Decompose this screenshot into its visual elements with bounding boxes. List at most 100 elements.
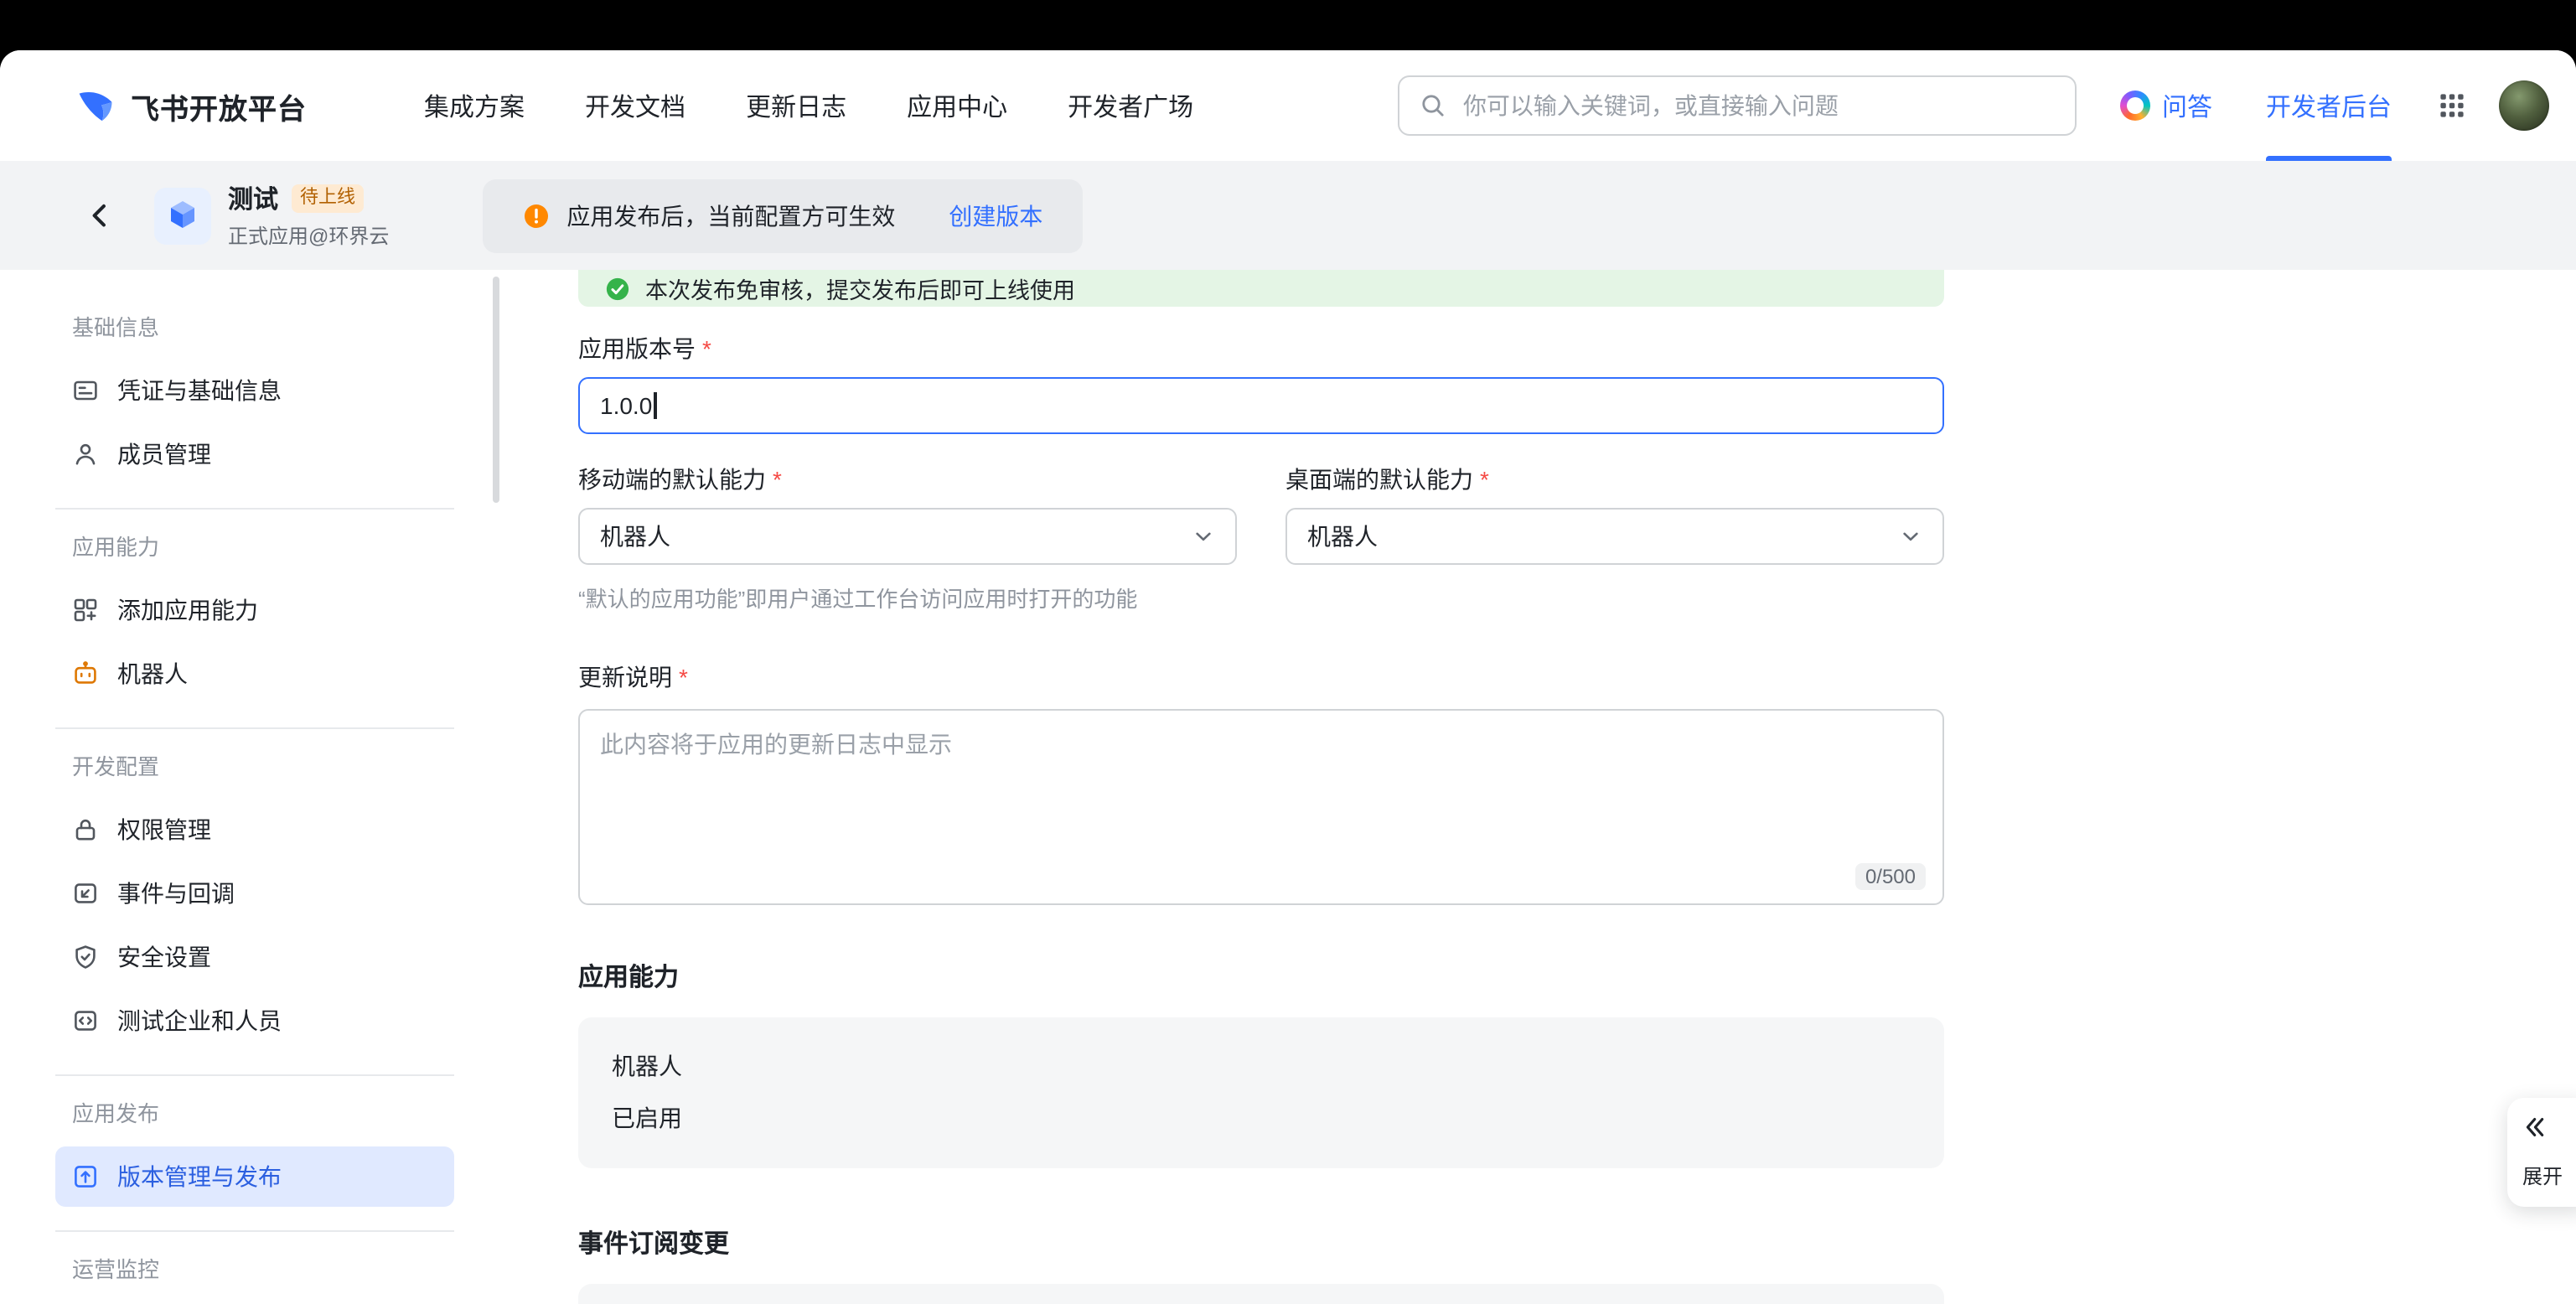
nav-item-docs[interactable]: 开发文档: [585, 88, 685, 123]
id-card-icon: [72, 377, 99, 404]
primary-nav: 集成方案 开发文档 更新日志 应用中心 开发者广场: [424, 88, 1193, 123]
sidebar-item-label: 机器人: [117, 657, 188, 691]
field-label-text: 更新说明: [578, 662, 672, 692]
grid-plus-icon: [72, 597, 99, 624]
version-label: 应用版本号 *: [578, 334, 1944, 364]
sidebar-item-members[interactable]: 成员管理: [55, 424, 454, 484]
robot-icon: [72, 660, 99, 687]
body-row: 基础信息 凭证与基础信息 成员管理 应用能: [0, 270, 2576, 1304]
section-title: 运营监控: [55, 1255, 454, 1286]
qa-label: 问答: [2162, 88, 2212, 123]
mobile-capability-select[interactable]: 机器人: [578, 508, 1237, 565]
event-section-title: 事件订阅变更: [578, 1225, 1944, 1260]
browser-window: 飞书开放平台 集成方案 开发文档 更新日志 应用中心 开发者广场 问答: [0, 50, 2576, 1304]
warning-icon: [523, 202, 550, 229]
sidebar-item-permissions[interactable]: 权限管理: [55, 799, 454, 860]
sidebar-item-security[interactable]: 安全设置: [55, 927, 454, 987]
check-circle-icon: [605, 276, 630, 301]
sidebar-item-events[interactable]: 事件与回调: [55, 863, 454, 924]
sidebar-item-add-capability[interactable]: 添加应用能力: [55, 580, 454, 640]
sidebar-item-label: 权限管理: [117, 813, 211, 846]
search-icon: [1420, 92, 1446, 119]
sidebar-section-monitoring: 运营监控: [55, 1230, 454, 1286]
capability-section-title: 应用能力: [578, 959, 1944, 994]
event-callback-icon: [72, 880, 99, 907]
feishu-logo-icon: [75, 85, 117, 127]
section-title: 应用发布: [55, 1100, 454, 1130]
app-name: 测试: [228, 181, 278, 216]
version-value: 1.0.0: [600, 392, 652, 419]
capability-hint: “默认的应用功能”即用户通过工作台访问应用时打开的功能: [578, 585, 1944, 615]
status-badge: 待上线: [292, 185, 364, 212]
version-input[interactable]: 1.0.0: [578, 377, 1944, 434]
mobile-capability-field: 移动端的默认能力 * 机器人: [578, 464, 1237, 565]
search-input[interactable]: [1460, 91, 2055, 121]
field-label-text: 应用版本号: [578, 334, 696, 364]
capability-name: 机器人: [612, 1048, 1911, 1084]
main-content: 本次发布免审核，提交发布后即可上线使用 应用版本号 * 1.0.0 移动端的默: [503, 270, 2576, 1304]
top-navigation-bar: 飞书开放平台 集成方案 开发文档 更新日志 应用中心 开发者广场 问答: [0, 50, 2576, 161]
required-asterisk: *: [1480, 464, 1489, 494]
grid-apps-icon: [2439, 92, 2465, 119]
logo-text: 飞书开放平台: [131, 85, 307, 127]
sidebar-item-bot[interactable]: 机器人: [55, 644, 454, 704]
sidebar-item-label: 成员管理: [117, 437, 211, 471]
text-cursor: [654, 392, 656, 419]
sidebar-item-label: 事件与回调: [117, 877, 235, 910]
sidebar-section-basic: 基础信息 凭证与基础信息 成员管理: [55, 313, 454, 484]
version-form: 本次发布免审核，提交发布后即可上线使用 应用版本号 * 1.0.0 移动端的默: [578, 270, 1944, 1304]
app-cube-icon: [154, 187, 211, 244]
desktop-capability-field: 桌面端的默认能力 * 机器人: [1285, 464, 1944, 565]
notice-banner: 应用发布后，当前配置方可生效 创建版本: [483, 179, 1083, 252]
qa-ring-icon: [2120, 91, 2150, 121]
char-count: 0/500: [1855, 863, 1926, 890]
nav-item-developer-plaza[interactable]: 开发者广场: [1068, 88, 1193, 123]
nav-item-app-center[interactable]: 应用中心: [907, 88, 1007, 123]
shield-check-icon: [72, 944, 99, 970]
sidebar-item-label: 安全设置: [117, 940, 211, 974]
double-chevron-left-icon: [2522, 1115, 2548, 1140]
nav-item-changelog[interactable]: 更新日志: [746, 88, 846, 123]
sidebar-item-test-org[interactable]: 测试企业和人员: [55, 991, 454, 1051]
update-notes-textarea[interactable]: [580, 711, 1942, 903]
app-subtitle: 正式应用@环界云: [228, 221, 389, 250]
feishu-logo[interactable]: 飞书开放平台: [75, 85, 307, 127]
sidebar-section-release: 应用发布 版本管理与发布: [55, 1074, 454, 1207]
capability-panel: 机器人 已启用: [578, 1017, 1944, 1168]
update-notes-field: 0/500: [578, 709, 1944, 905]
expand-label: 展开: [2522, 1162, 2576, 1190]
required-asterisk: *: [679, 662, 688, 692]
qa-link[interactable]: 问答: [2120, 88, 2212, 123]
sidebar-item-version-release[interactable]: 版本管理与发布: [55, 1146, 454, 1207]
user-icon: [72, 441, 99, 468]
expand-panel-button[interactable]: 展开: [2507, 1098, 2576, 1207]
create-version-link[interactable]: 创建版本: [949, 199, 1042, 232]
sidebar-item-credentials[interactable]: 凭证与基础信息: [55, 360, 454, 421]
sidebar-scrollbar[interactable]: [493, 277, 499, 503]
select-value: 机器人: [1307, 520, 1378, 553]
tab-developer-console[interactable]: 开发者后台: [2266, 50, 2392, 161]
nav-item-integration[interactable]: 集成方案: [424, 88, 525, 123]
search-box[interactable]: [1398, 75, 2077, 136]
back-button[interactable]: [80, 197, 117, 234]
publish-icon: [72, 1163, 99, 1190]
sidebar-section-capability: 应用能力 添加应用能力 机器人: [55, 508, 454, 704]
update-notes-label: 更新说明 *: [578, 662, 1944, 692]
section-title: 基础信息: [55, 313, 454, 344]
required-asterisk: *: [702, 334, 711, 364]
select-value: 机器人: [600, 520, 670, 553]
app-meta: 测试 待上线 正式应用@环界云: [228, 181, 389, 250]
screen: 飞书开放平台 集成方案 开发文档 更新日志 应用中心 开发者广场 问答: [0, 0, 2576, 1304]
console-tab-label: 开发者后台: [2266, 88, 2392, 123]
mobile-capability-label: 移动端的默认能力 *: [578, 464, 1237, 494]
user-avatar[interactable]: [2499, 80, 2549, 131]
chevron-down-icon: [1192, 525, 1215, 548]
active-tab-underline: [2266, 156, 2392, 161]
sidebar-item-label: 版本管理与发布: [117, 1160, 282, 1193]
code-brackets-icon: [72, 1007, 99, 1034]
apps-grid-icon[interactable]: [2439, 92, 2465, 119]
success-banner-text: 本次发布免审核，提交发布后即可上线使用: [645, 272, 1075, 305]
field-label-text: 移动端的默认能力: [578, 464, 766, 494]
desktop-capability-select[interactable]: 机器人: [1285, 508, 1944, 565]
notice-text: 应用发布后，当前配置方可生效: [566, 199, 895, 232]
